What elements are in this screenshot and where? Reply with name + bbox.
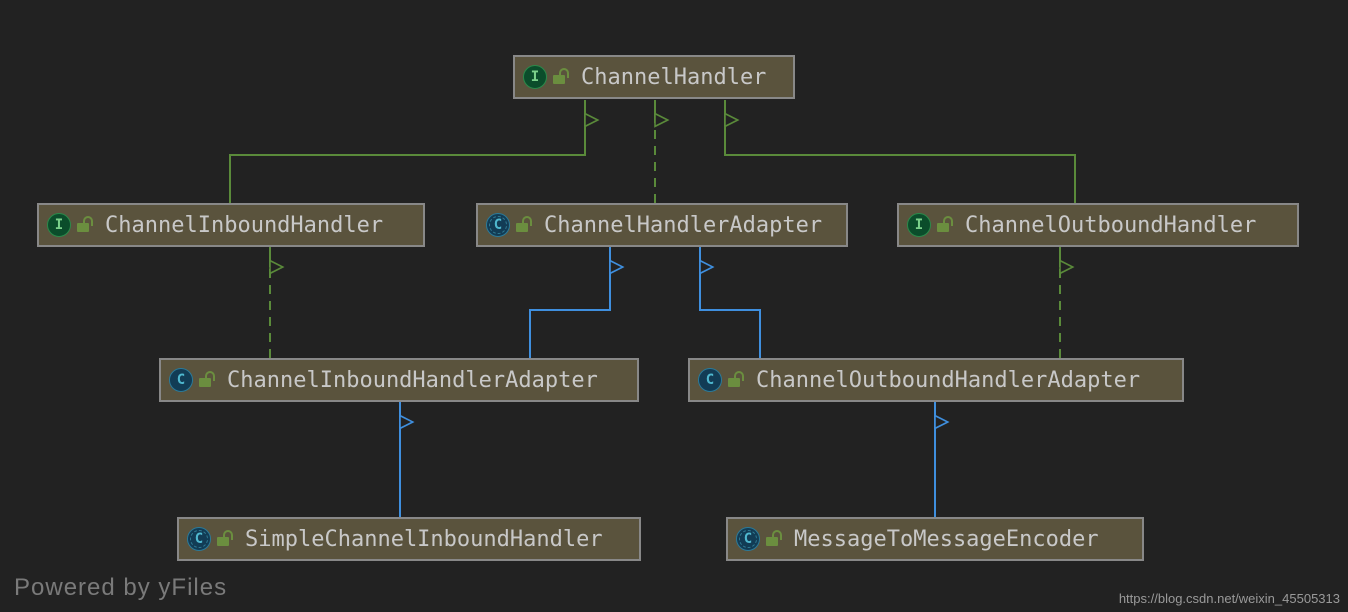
node-label: ChannelOutboundHandler	[965, 213, 1256, 238]
interface-icon: I	[47, 213, 71, 237]
watermark-yfiles: Powered by yFiles	[14, 574, 227, 602]
node-channel-handler-adapter: C ChannelHandlerAdapter	[476, 203, 848, 247]
interface-icon: I	[523, 65, 547, 89]
unlock-icon	[77, 218, 91, 232]
unlock-icon	[937, 218, 951, 232]
interface-icon: I	[907, 213, 931, 237]
node-channel-inbound-handler: I ChannelInboundHandler	[37, 203, 425, 247]
node-channel-inbound-handler-adapter: C ChannelInboundHandlerAdapter	[159, 358, 639, 402]
node-message-to-message-encoder: C MessageToMessageEncoder	[726, 517, 1144, 561]
node-label: ChannelInboundHandler	[105, 213, 383, 238]
unlock-icon	[728, 373, 742, 387]
node-simple-channel-inbound-handler: C SimpleChannelInboundHandler	[177, 517, 641, 561]
abstract-class-icon: C	[736, 527, 760, 551]
node-channel-outbound-handler-adapter: C ChannelOutboundHandlerAdapter	[688, 358, 1184, 402]
node-label: MessageToMessageEncoder	[794, 527, 1099, 552]
unlock-icon	[217, 532, 231, 546]
node-channel-handler: I ChannelHandler	[513, 55, 795, 99]
node-label: SimpleChannelInboundHandler	[245, 527, 603, 552]
class-icon: C	[698, 368, 722, 392]
node-label: ChannelOutboundHandlerAdapter	[756, 368, 1140, 393]
node-label: ChannelHandlerAdapter	[544, 213, 822, 238]
unlock-icon	[516, 218, 530, 232]
unlock-icon	[553, 70, 567, 84]
unlock-icon	[199, 373, 213, 387]
watermark-url: https://blog.csdn.net/weixin_45505313	[1119, 591, 1340, 606]
unlock-icon	[766, 532, 780, 546]
class-icon: C	[169, 368, 193, 392]
node-channel-outbound-handler: I ChannelOutboundHandler	[897, 203, 1299, 247]
abstract-class-icon: C	[486, 213, 510, 237]
abstract-class-icon: C	[187, 527, 211, 551]
node-label: ChannelInboundHandlerAdapter	[227, 368, 598, 393]
node-label: ChannelHandler	[581, 65, 766, 90]
